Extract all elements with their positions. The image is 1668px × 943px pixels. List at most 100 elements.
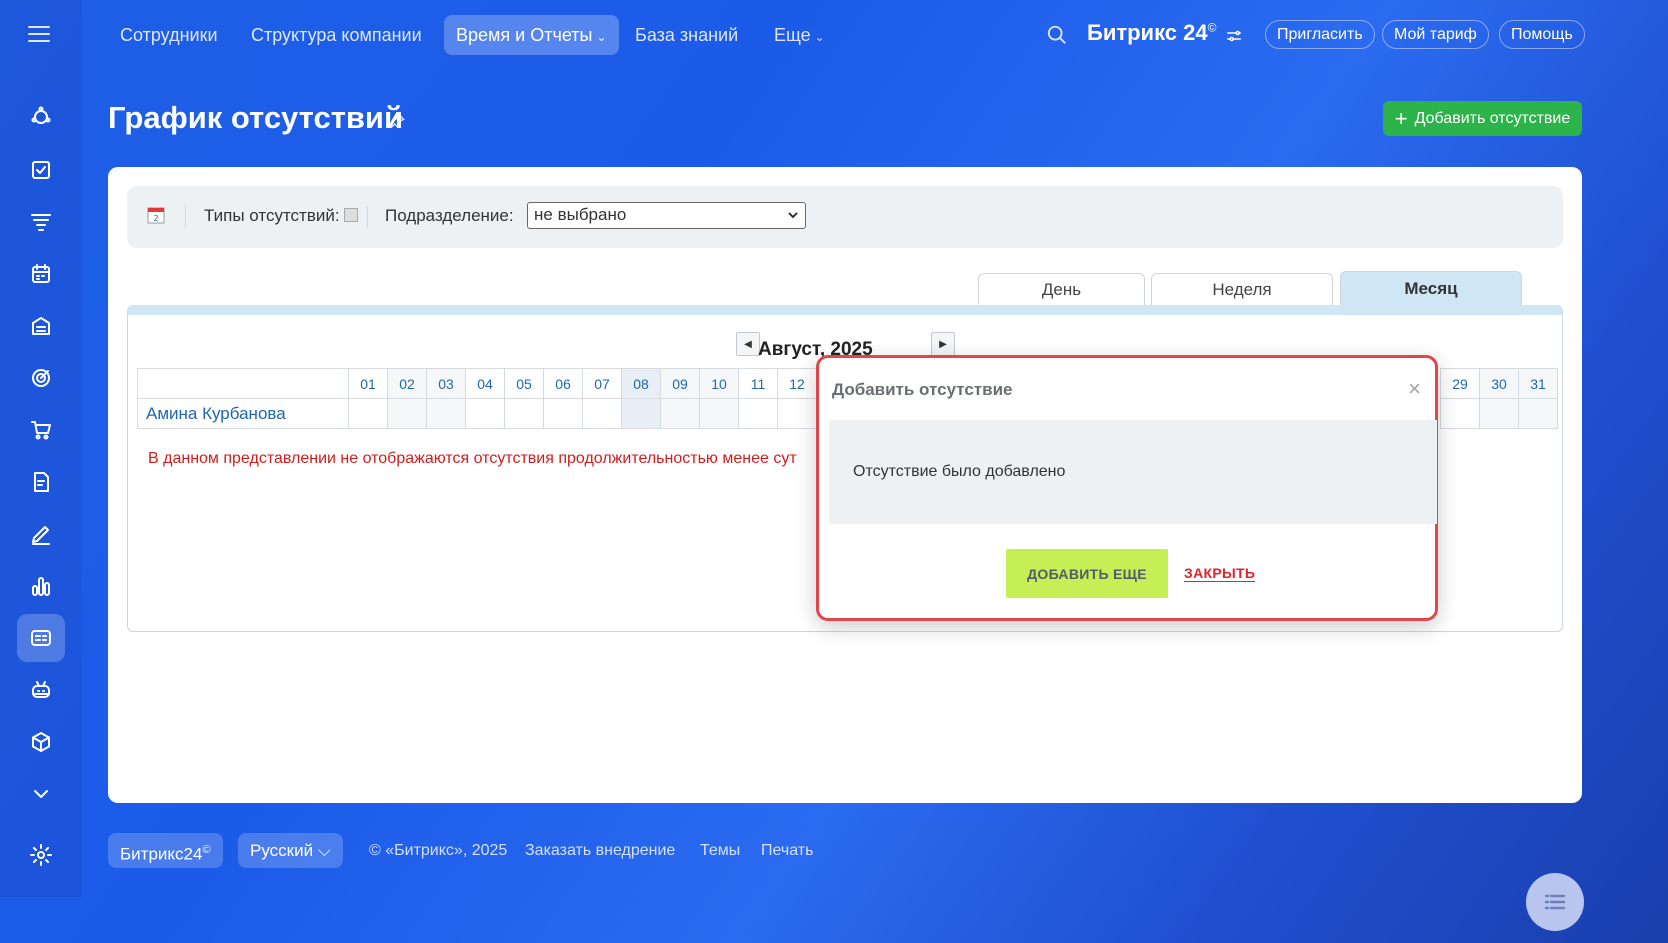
day-header: 12	[777, 368, 817, 399]
tab-week[interactable]: Неделя	[1151, 273, 1333, 305]
language-selector[interactable]: Русский ⌵	[238, 833, 343, 868]
day-cell[interactable]	[660, 398, 700, 429]
day-header: 07	[582, 368, 622, 399]
nav-employees[interactable]: Сотрудники	[108, 15, 230, 55]
box-icon[interactable]	[17, 718, 65, 766]
absence-types-checkbox[interactable]	[344, 208, 358, 222]
prev-month-button[interactable]: ◀	[736, 332, 760, 356]
day-cell[interactable]	[504, 398, 544, 429]
close-dialog-link[interactable]: ЗАКРЫТЬ	[1184, 565, 1256, 582]
signature-icon[interactable]	[17, 510, 65, 558]
calendar-icon[interactable]	[17, 250, 65, 298]
target-icon[interactable]	[17, 354, 65, 402]
chevron-down-icon[interactable]	[17, 770, 65, 818]
day-header: 30	[1479, 368, 1519, 399]
page-title: График отсутствий	[108, 100, 404, 135]
days-header-row: 01 02 03 04 05 06 07 08 09 10 11 12	[137, 368, 817, 399]
day-header: 10	[699, 368, 739, 399]
invite-button[interactable]: Пригласить	[1265, 20, 1375, 49]
print-link[interactable]: Печать	[761, 842, 813, 860]
day-header: 05	[504, 368, 544, 399]
list-icon	[1544, 894, 1566, 910]
robot-icon[interactable]	[17, 666, 65, 714]
gear-icon[interactable]	[17, 831, 65, 879]
time-reports-icon[interactable]	[17, 614, 65, 662]
left-sidebar	[0, 0, 82, 897]
dialog-message: Отсутствие было добавлено	[853, 463, 1066, 480]
chevron-down-icon	[788, 212, 798, 219]
day-cell[interactable]	[621, 398, 661, 429]
day-header: 01	[348, 368, 388, 399]
day-cell[interactable]	[777, 398, 817, 429]
day-cell[interactable]	[1479, 398, 1519, 429]
department-label: Подразделение:	[385, 206, 514, 225]
day-cell[interactable]	[465, 398, 505, 429]
list-fab-button[interactable]	[1526, 873, 1584, 931]
table-row: Амина Курбанова	[137, 398, 817, 429]
absence-types-label: Типы отсутствий:	[204, 206, 340, 225]
day-header: 04	[465, 368, 505, 399]
footer-brand-button[interactable]: Битрикс24©	[108, 833, 223, 868]
nav-knowledge-base[interactable]: База знаний	[623, 15, 750, 55]
day-cell[interactable]	[1518, 398, 1558, 429]
day-header: 09	[660, 368, 700, 399]
chevron-down-icon: ⌄	[814, 30, 825, 44]
table-row	[1440, 398, 1558, 429]
divider	[185, 206, 186, 228]
day-cell[interactable]	[426, 398, 466, 429]
department-select[interactable]: не выбрано	[527, 202, 806, 229]
brand-settings-icon[interactable]	[1225, 27, 1243, 45]
day-cell[interactable]	[348, 398, 388, 429]
day-cell[interactable]	[1440, 398, 1480, 429]
next-month-button[interactable]: ▶	[931, 332, 955, 356]
chevron-down-icon: ⌄	[596, 30, 607, 44]
nav-time-reports[interactable]: Время и Отчеты ⌄	[444, 15, 619, 55]
crm-funnel-icon[interactable]	[17, 198, 65, 246]
day-cell[interactable]	[699, 398, 739, 429]
short-absence-warning: В данном представлении не отображаются о…	[148, 450, 797, 467]
add-more-button[interactable]: ДОБАВИТЬ ЕЩЕ	[1006, 549, 1168, 598]
chevron-down-icon: ⌵	[317, 841, 331, 860]
add-absence-dialog: Добавить отсутствие × Отсутствие было до…	[816, 355, 1438, 621]
day-header: 06	[543, 368, 583, 399]
themes-link[interactable]: Темы	[700, 842, 740, 860]
tariff-button[interactable]: Мой тариф	[1382, 20, 1489, 49]
absence-grid: 01 02 03 04 05 06 07 08 09 10 11 12 Амин…	[137, 368, 817, 429]
days-header-row: 29 30 31	[1440, 368, 1558, 399]
day-cell[interactable]	[543, 398, 583, 429]
header-empty-cell	[137, 368, 349, 399]
order-implementation-link[interactable]: Заказать внедрение	[525, 842, 675, 860]
day-header: 31	[1518, 368, 1558, 399]
nav-company-structure[interactable]: Структура компании	[239, 15, 434, 55]
tasks-icon[interactable]	[17, 146, 65, 194]
pin-icon[interactable]	[388, 112, 406, 130]
store-icon[interactable]	[17, 302, 65, 350]
brand-logo[interactable]: Битрикс 24©	[1087, 20, 1216, 46]
svg-text:2: 2	[153, 214, 158, 223]
day-cell[interactable]	[387, 398, 427, 429]
help-button[interactable]: Помощь	[1499, 20, 1585, 49]
day-header-today: 08	[621, 368, 661, 399]
filter-bar: 2 Типы отсутствий: Подразделение: не выб…	[127, 186, 1563, 248]
analytics-icon[interactable]	[17, 562, 65, 610]
search-icon[interactable]	[1046, 24, 1068, 46]
day-header: 03	[426, 368, 466, 399]
documents-icon[interactable]	[17, 458, 65, 506]
day-header: 02	[387, 368, 427, 399]
employee-name-link[interactable]: Амина Курбанова	[137, 398, 349, 429]
copyright-text: © «Битрикс», 2025	[369, 842, 508, 859]
dialog-message-box: Отсутствие было добавлено	[829, 420, 1437, 524]
nav-more[interactable]: Еще ⌄	[762, 15, 837, 55]
tab-month[interactable]: Месяц	[1340, 271, 1522, 305]
menu-icon[interactable]	[28, 26, 50, 44]
tab-day[interactable]: День	[978, 273, 1145, 305]
cart-icon[interactable]	[17, 406, 65, 454]
absence-grid-right: 29 30 31	[1440, 368, 1558, 429]
add-absence-button[interactable]: + Добавить отсутствие	[1383, 101, 1582, 136]
close-icon[interactable]: ×	[1408, 376, 1421, 402]
feed-icon[interactable]	[17, 93, 65, 141]
calendar-icon[interactable]: 2	[147, 206, 165, 224]
day-header: 11	[738, 368, 778, 399]
day-cell[interactable]	[738, 398, 778, 429]
day-cell[interactable]	[582, 398, 622, 429]
